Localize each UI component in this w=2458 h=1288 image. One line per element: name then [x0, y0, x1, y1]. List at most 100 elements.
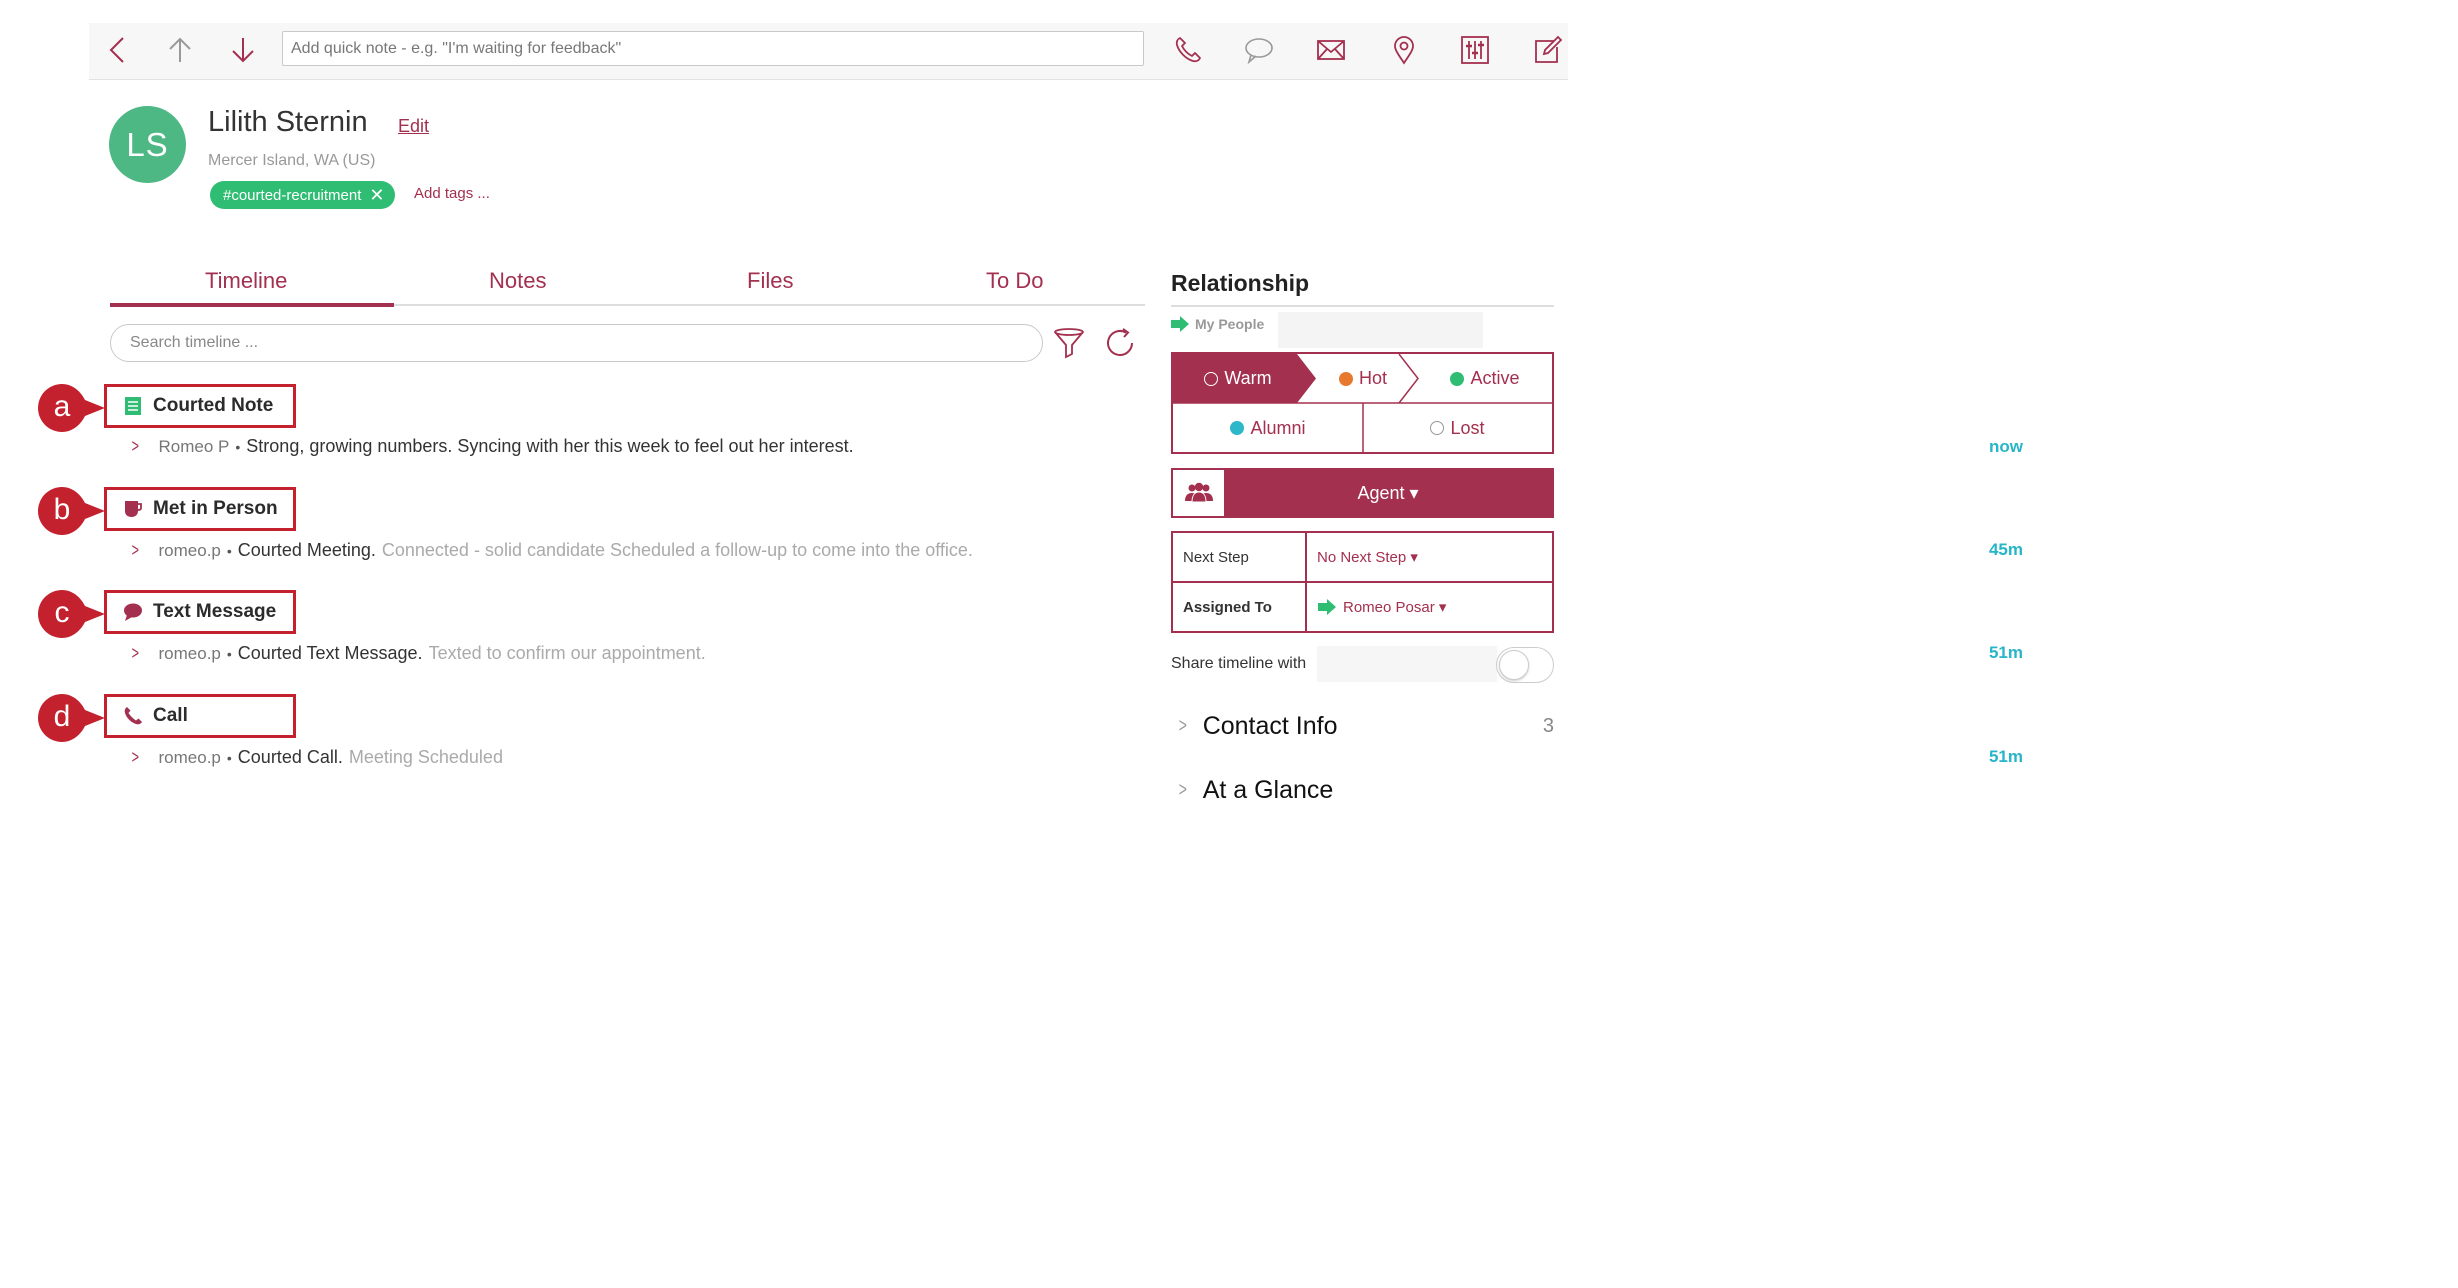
tag-chip: #courted-recruitment ✕ — [210, 181, 395, 209]
toggle-knob — [1499, 650, 1529, 680]
avatar: LS — [109, 106, 186, 183]
entry-time: 51m — [1988, 747, 2023, 766]
down-arrow-icon[interactable] — [226, 33, 260, 67]
search-timeline-input[interactable] — [110, 324, 1043, 362]
status-lost[interactable]: Lost — [1363, 404, 1552, 452]
entry-text: Courted Meeting. — [237, 540, 376, 560]
filter-icon[interactable] — [1052, 326, 1086, 360]
entry-text: Strong, growing numbers. Syncing with he… — [246, 436, 854, 456]
relationship-title: Relationship — [1171, 270, 1310, 296]
status-active[interactable]: Active — [1418, 354, 1552, 403]
mail-icon[interactable] — [1314, 33, 1348, 67]
assigned-to-label: Assigned To — [1173, 583, 1307, 631]
timeline-entry-type[interactable]: Text Message — [104, 590, 296, 634]
add-tags-link[interactable]: Add tags ... — [414, 185, 490, 202]
my-people-value — [1278, 312, 1483, 348]
active-tab-indicator — [110, 303, 394, 307]
status-warm[interactable]: Warm — [1173, 354, 1303, 403]
assigned-to-value: Romeo Posar ▾ — [1343, 599, 1447, 616]
agent-dropdown[interactable]: Agent ▾ — [1224, 470, 1552, 516]
annotation-letter: b — [53, 493, 71, 526]
separator-dot: • — [235, 439, 241, 455]
refresh-icon[interactable] — [1103, 326, 1137, 360]
status-label: Hot — [1358, 368, 1387, 388]
relationship-divider — [1171, 305, 1554, 307]
location-pin-icon[interactable] — [1387, 33, 1421, 67]
section-contact-info[interactable]: > Contact Info 3 — [1171, 712, 1554, 741]
my-people[interactable]: My People — [1171, 316, 1264, 332]
assigned-to-dropdown[interactable]: Romeo Posar ▾ — [1307, 598, 1446, 616]
timeline-entry-type[interactable]: Met in Person — [104, 487, 296, 531]
chevron-right-icon: > — [1178, 715, 1187, 737]
coffee-cup-icon — [125, 501, 142, 517]
assigned-to-row: Assigned To Romeo Posar ▾ — [1173, 583, 1552, 631]
annotation-marker-c: c — [33, 588, 107, 640]
my-people-label: My People — [1195, 316, 1265, 332]
chevron-right-icon: > — [1178, 779, 1187, 801]
back-icon[interactable] — [101, 33, 135, 67]
entry-time: 51m — [1988, 643, 2023, 662]
status-dot — [1430, 421, 1445, 435]
entry-author: romeo.p — [158, 541, 221, 560]
timeline-entry-type[interactable]: Call — [104, 694, 296, 738]
contact-name: Lilith Sternin — [208, 106, 368, 138]
tag-label: #courted-recruitment — [223, 186, 362, 204]
timeline-entry[interactable]: > romeo.p • Courted Call. Meeting Schedu… — [130, 747, 503, 768]
entry-author: romeo.p — [158, 748, 221, 767]
quick-note-input[interactable] — [282, 31, 1144, 66]
separator-dot: • — [226, 750, 232, 766]
share-timeline-label: Share timeline with — [1171, 655, 1307, 672]
agent-selector: Agent ▾ — [1171, 468, 1554, 518]
chat-icon[interactable] — [1242, 33, 1276, 67]
next-step-dropdown[interactable]: No Next Step ▾ — [1307, 548, 1418, 566]
note-icon — [125, 397, 141, 415]
section-label: Contact Info — [1202, 712, 1338, 740]
timeline-entry[interactable]: > romeo.p • Courted Text Message. Texted… — [130, 643, 706, 664]
status-hot[interactable]: Hot — [1313, 354, 1413, 403]
status-label: Alumni — [1250, 417, 1306, 438]
share-timeline-target — [1317, 646, 1497, 682]
section-at-a-glance[interactable]: > At a Glance — [1171, 776, 1554, 805]
chevron-right-icon[interactable]: > — [132, 643, 139, 664]
share-timeline-toggle[interactable] — [1496, 647, 1554, 683]
status-label: Warm — [1224, 368, 1272, 388]
status-alumni[interactable]: Alumni — [1173, 404, 1363, 452]
entry-time: now — [1989, 437, 2023, 456]
entry-text: Courted Text Message. — [237, 643, 423, 663]
tab-files[interactable]: Files — [747, 268, 793, 294]
entry-detail: Meeting Scheduled — [348, 747, 503, 767]
green-arrow-icon — [1171, 316, 1189, 332]
tab-todo[interactable]: To Do — [986, 268, 1043, 294]
entry-text: Courted Call. — [237, 747, 343, 767]
compose-icon[interactable] — [1530, 33, 1564, 67]
phone-icon[interactable] — [1171, 33, 1205, 67]
chevron-right-icon[interactable]: > — [132, 436, 139, 457]
edit-link[interactable]: Edit — [398, 116, 429, 137]
status-label: Active — [1470, 368, 1520, 388]
phone-icon — [124, 707, 142, 725]
chevron-right-icon[interactable]: > — [132, 540, 139, 561]
status-selector: Warm Hot Active Alumni Lost — [1171, 352, 1554, 454]
annotation-letter: a — [53, 390, 71, 423]
entry-time: 45m — [1988, 540, 2023, 559]
separator-dot: • — [226, 646, 232, 662]
entry-author: Romeo P — [158, 437, 230, 456]
remove-tag-icon[interactable]: ✕ — [369, 185, 384, 206]
timeline-entry-type[interactable]: Courted Note — [104, 384, 296, 428]
status-dot — [1450, 371, 1465, 386]
people-icon[interactable] — [1173, 470, 1224, 516]
chevron-right-icon[interactable]: > — [132, 747, 139, 768]
section-count: 3 — [1542, 715, 1554, 737]
tab-notes[interactable]: Notes — [489, 268, 546, 294]
tab-timeline[interactable]: Timeline — [205, 268, 287, 294]
next-step-label: Next Step — [1173, 533, 1307, 581]
timeline-entry[interactable]: > romeo.p • Courted Meeting. Connected -… — [130, 540, 973, 561]
separator-dot: • — [226, 543, 232, 559]
sliders-icon[interactable] — [1458, 33, 1492, 67]
entry-type-label: Text Message — [153, 601, 277, 622]
up-arrow-icon[interactable] — [163, 33, 197, 67]
contact-location: Mercer Island, WA (US) — [208, 152, 376, 169]
annotation-marker-d: d — [33, 692, 107, 744]
status-dot — [1338, 371, 1353, 386]
timeline-entry[interactable]: > Romeo P • Strong, growing numbers. Syn… — [130, 436, 854, 457]
